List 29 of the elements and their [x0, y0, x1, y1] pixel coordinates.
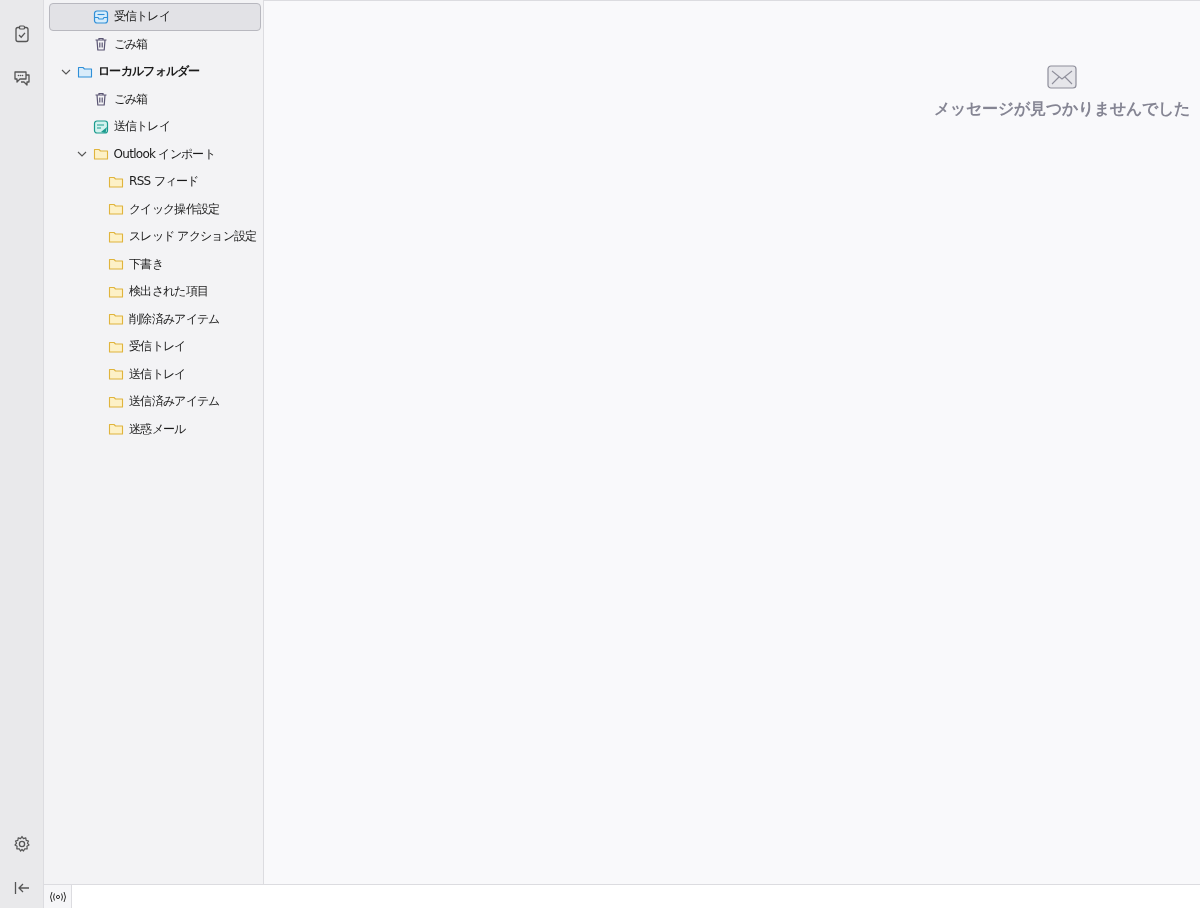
outbox-icon [92, 118, 109, 135]
folder-icon [108, 201, 124, 218]
folder-item[interactable]: ローカルフォルダー [49, 58, 261, 86]
folder-item[interactable]: 迷惑メール [49, 415, 261, 443]
folder-item[interactable]: 送信済みアイテム [49, 388, 261, 416]
folder-item[interactable]: 送信トレイ [49, 360, 261, 388]
signal-icon [48, 890, 67, 903]
folder-icon [92, 146, 109, 163]
folder-icon [108, 366, 124, 383]
empty-message: メッセージが見つかりませんでした [934, 99, 1190, 120]
inbox-icon [92, 8, 109, 25]
folder-item[interactable]: 検出された項目 [49, 278, 261, 306]
folder-icon [108, 421, 124, 438]
folder-item[interactable]: 下書き [49, 250, 261, 278]
folder-item[interactable]: Outlook インポート [49, 140, 261, 168]
folder-item[interactable]: クイック操作設定 [49, 195, 261, 223]
folder-item[interactable]: スレッド アクション設定 [49, 223, 261, 251]
folder-icon [108, 311, 124, 328]
folder-item[interactable]: 受信トレイ [49, 3, 261, 31]
folder-item[interactable]: RSS フィード [49, 168, 261, 196]
chat-icon[interactable] [11, 68, 32, 88]
envelope-icon [1047, 65, 1077, 89]
folder-item[interactable]: ごみ箱 [49, 30, 261, 58]
folder-item[interactable]: 送信トレイ [49, 113, 261, 141]
online-status-button[interactable] [44, 885, 72, 908]
folder-item[interactable]: 受信トレイ [49, 333, 261, 361]
folder-item[interactable]: ごみ箱 [49, 85, 261, 113]
folder-item[interactable]: 削除済みアイテム [49, 305, 261, 333]
folder-icon [108, 256, 124, 273]
